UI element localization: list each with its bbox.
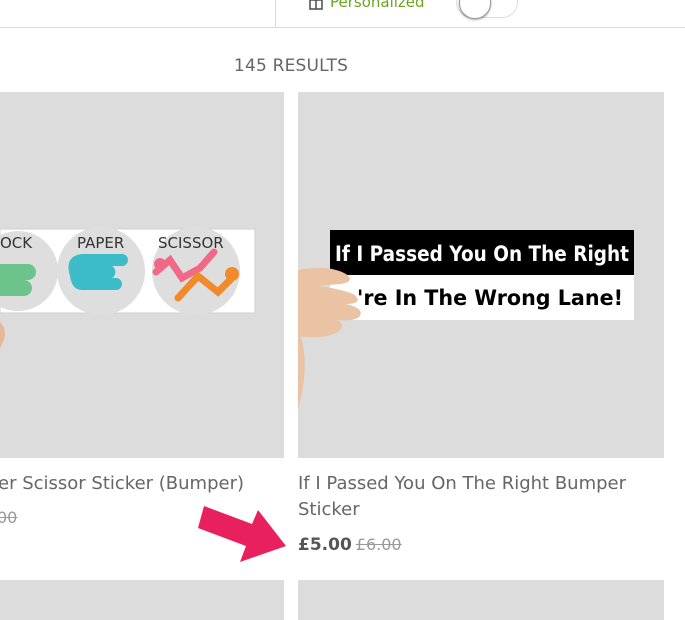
product-title-1[interactable]: er Scissor Sticker (Bumper) (0, 471, 244, 497)
personalized-filter[interactable]: Personalized (308, 0, 425, 11)
personalized-label: Personalized (330, 0, 425, 11)
product-price-2: £5.00 £6.00 (298, 535, 402, 555)
product-title-2-line-2: Sticker (298, 499, 360, 520)
filter-divider (275, 0, 276, 27)
rock-paper-scissor-sticker-image: OCK PAPER SCISSOR (0, 227, 256, 348)
wrong-lane-sticker-image: If I Passed You On The Right 're In The … (298, 230, 634, 428)
product-price-1: 00 (0, 508, 17, 528)
gift-icon (309, 0, 323, 10)
product-price-2-current: £5.00 (298, 535, 352, 555)
sticker-label-rock: OCK (0, 234, 33, 252)
product-image-3[interactable] (0, 580, 284, 620)
product-price-2-old: £6.00 (355, 535, 402, 554)
product-image-4[interactable] (298, 580, 664, 620)
filter-bar: Personalized (0, 0, 685, 28)
results-count: 145 RESULTS (233, 56, 349, 76)
product-image-1[interactable]: OCK PAPER SCISSOR (0, 92, 284, 458)
toggle-knob[interactable] (459, 0, 491, 19)
pointer-arrow-icon (198, 506, 286, 562)
product-title-2[interactable]: If I Passed You On The Right Bumper Stic… (298, 471, 626, 523)
product-title-2-line-1: If I Passed You On The Right Bumper (298, 473, 627, 494)
product-old-price-1: 00 (0, 508, 18, 527)
sticker-line-2: 're In The Wrong Lane! (357, 286, 623, 310)
sticker-line-1: If I Passed You On The Right (335, 242, 629, 266)
sticker-label-paper: PAPER (77, 234, 124, 252)
product-image-2[interactable]: If I Passed You On The Right 're In The … (298, 92, 664, 458)
personalized-toggle[interactable] (456, 0, 518, 19)
